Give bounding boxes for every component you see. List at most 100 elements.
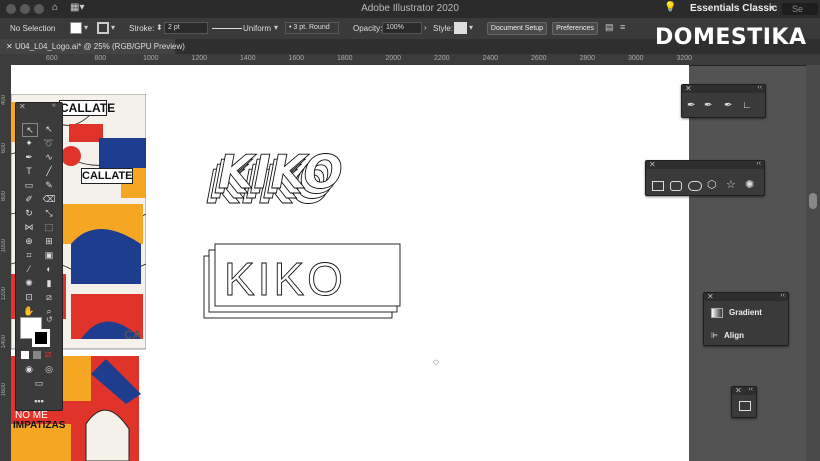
stroke-color-box[interactable] [32, 329, 50, 347]
workspace-switcher[interactable]: Essentials Classic [690, 3, 777, 14]
opacity-field[interactable]: 100% [382, 22, 422, 34]
draw-mode-icon[interactable]: ◉ [22, 363, 36, 375]
hand-tool-icon[interactable]: ✋ [22, 305, 36, 317]
gradient-panel-tab[interactable]: Gradient [704, 302, 788, 324]
color-mode-icon[interactable] [21, 351, 29, 359]
tools-close-icon[interactable]: ✕ [19, 102, 26, 111]
paintbrush-tool-icon[interactable]: ✎ [42, 179, 56, 191]
document-tab[interactable]: ✕ U04_L04_Logo.ai* @ 25% (RGB/GPU Previe… [0, 39, 185, 54]
panel-collapse-icon[interactable]: ‹‹ [756, 160, 761, 167]
gradient-align-panel: ✕ ‹‹ Gradient ⊫ Align [703, 292, 789, 346]
fill-swatch[interactable] [70, 22, 82, 34]
star-icon[interactable]: ☆ [726, 178, 736, 191]
align-panel-tab[interactable]: ⊫ Align [704, 325, 788, 347]
draw-inside-icon[interactable]: ◎ [42, 363, 56, 375]
none-mode-icon[interactable]: ⧄ [45, 349, 51, 360]
close-tab-icon[interactable]: ✕ [6, 42, 15, 51]
tools-expand-icon[interactable]: « [52, 102, 56, 109]
symbol-sprayer-tool-icon[interactable]: ✺ [22, 277, 36, 289]
stroke-weight-field[interactable]: 2 pt [164, 22, 208, 34]
eyedropper-tool-icon[interactable]: ⁄ [22, 263, 36, 275]
panel-close-icon[interactable]: ✕ [707, 292, 714, 301]
gradient-mode-icon[interactable] [33, 351, 41, 359]
width-tool-icon[interactable]: ⋈ [22, 221, 36, 233]
chevron-down-icon[interactable]: ▾ [770, 3, 774, 12]
rounded-rectangle-icon[interactable] [670, 181, 682, 191]
edit-toolbar-icon[interactable]: ••• [32, 395, 46, 407]
selection-status: No Selection [10, 24, 56, 33]
direct-selection-tool-icon[interactable]: ↖ [42, 123, 56, 135]
ruler-h-tick: 800 [94, 55, 107, 62]
slice-tool-icon[interactable]: ⧄ [42, 291, 56, 303]
style-swatch[interactable] [454, 22, 467, 34]
search-input[interactable]: Se [782, 3, 818, 15]
align-icon: ⊫ [711, 331, 718, 340]
brush-definition[interactable]: • 3 pt. Round [285, 22, 339, 34]
style-chevron-icon[interactable]: ▾ [469, 23, 473, 32]
flare-icon[interactable]: ✺ [745, 178, 754, 191]
mesh-tool-icon[interactable]: ⌗ [22, 249, 36, 261]
panel-close-icon[interactable]: ✕ [649, 160, 656, 169]
kiko-logo-bottom[interactable]: KIKO [200, 240, 405, 322]
preferences-button[interactable]: Preferences [552, 22, 598, 35]
rectangle-shape-icon[interactable] [652, 181, 664, 191]
pen-tool-icon[interactable]: ✒ [22, 151, 36, 163]
opacity-chevron-icon[interactable]: › [424, 23, 427, 32]
shaper-tool-icon[interactable]: ✐ [22, 193, 36, 205]
gradient-tool-icon[interactable]: ▣ [42, 249, 56, 261]
eraser-tool-icon[interactable]: ⌫ [42, 193, 56, 205]
stroke-dropdown-chevron-icon[interactable]: ▾ [111, 23, 115, 32]
type-tool-icon[interactable]: T [22, 165, 36, 177]
stroke-profile[interactable]: Uniform [243, 24, 271, 33]
style-label: Style: [433, 24, 454, 33]
panel-collapse-icon[interactable]: ‹‹ [780, 292, 785, 299]
cursor-icon: ◌ [433, 357, 439, 368]
graph-tool-icon[interactable]: ▮ [42, 277, 56, 289]
artboard-tool-icon[interactable]: ⊡ [22, 291, 36, 303]
ellipse-icon[interactable] [688, 181, 702, 191]
artboards-panel-icon[interactable] [739, 401, 751, 411]
panel-close-icon[interactable]: ✕ [685, 84, 692, 93]
shape-tools-panel: ✕ ‹‹ ⬡ ☆ ✺ [645, 160, 765, 196]
blend-tool-icon[interactable]: ◐ [42, 263, 56, 275]
profile-dropdown-chevron-icon[interactable]: ▾ [274, 23, 278, 32]
swap-colors-icon[interactable]: ↺ [46, 315, 53, 324]
panel-collapse-icon[interactable]: ‹‹ [748, 386, 753, 393]
polygon-icon[interactable]: ⬡ [707, 178, 717, 191]
vertical-scrollbar[interactable] [806, 65, 820, 461]
scroll-thumb[interactable] [809, 193, 817, 209]
arrange-icon[interactable]: ▤ [605, 22, 614, 33]
rectangle-tool-icon[interactable]: ▭ [22, 179, 36, 191]
stroke-swatch[interactable] [97, 22, 109, 34]
lasso-tool-icon[interactable]: ➰ [42, 137, 56, 149]
free-transform-tool-icon[interactable]: ⬚ [42, 221, 56, 233]
perspective-grid-tool-icon[interactable]: ⊞ [42, 235, 56, 247]
fill-dropdown-chevron-icon[interactable]: ▾ [84, 23, 88, 32]
anchor-point-icon[interactable]: ∟ [742, 100, 752, 111]
magic-wand-tool-icon[interactable]: ✦ [22, 137, 36, 149]
curvature-tool-icon[interactable]: ∿ [42, 151, 56, 163]
stroke-profile-line [212, 28, 242, 29]
line-tool-icon[interactable]: ╱ [42, 165, 56, 177]
menu-icon[interactable]: ≡ [620, 22, 625, 32]
kiko-logo-top[interactable]: KIKO KIKO KIKO KIKO [200, 145, 390, 210]
screen-mode-icon[interactable]: ▭ [32, 377, 46, 389]
selection-tool-icon[interactable]: ↖ [22, 123, 38, 137]
learn-icon[interactable]: 💡 [664, 2, 676, 13]
add-anchor-icon[interactable]: ✒ [704, 100, 712, 111]
rotate-tool-icon[interactable]: ↻ [22, 207, 36, 219]
ruler-h-tick: 1600 [288, 55, 305, 62]
panel-collapse-icon[interactable]: ‹‹ [757, 84, 762, 91]
ruler-h-tick: 1200 [191, 55, 208, 62]
kiko-bottom-text: KIKO [224, 253, 346, 305]
collage-text-impatizas: IMPATIZAS [13, 420, 66, 431]
document-setup-button[interactable]: Document Setup [487, 22, 547, 35]
pen-icon[interactable]: ✒ [687, 100, 695, 111]
scale-tool-icon[interactable]: ⤡ [42, 207, 56, 219]
panel-close-icon[interactable]: ✕ [735, 386, 742, 395]
delete-anchor-icon[interactable]: ✒ [724, 100, 732, 111]
stroke-stepper-icon[interactable]: ⬍ [156, 23, 163, 32]
collage-text-callate-middle: CALLATE [81, 168, 133, 184]
align-label: Align [723, 331, 744, 341]
shape-builder-tool-icon[interactable]: ⊕ [22, 235, 36, 247]
